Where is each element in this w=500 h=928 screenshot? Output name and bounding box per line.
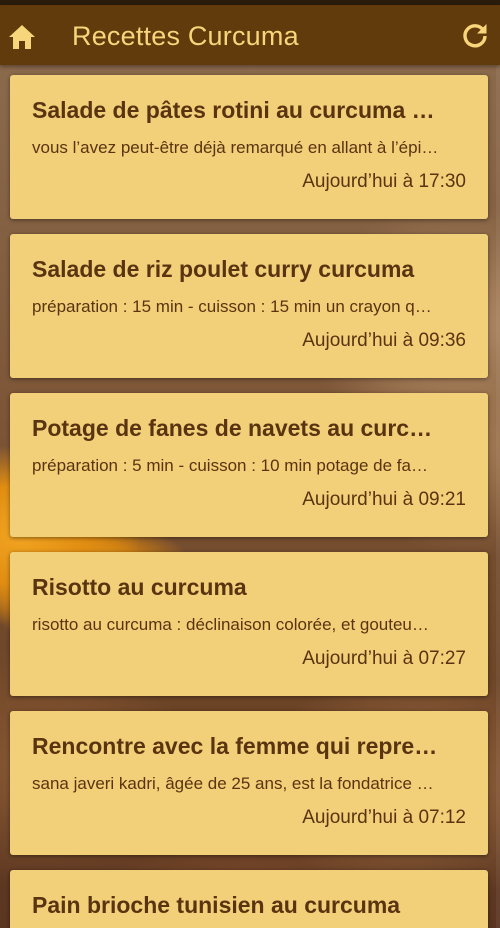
app-bar: Recettes Curcuma — [0, 5, 500, 65]
article-excerpt: vous l’avez peut-être déjà remarqué en a… — [32, 138, 439, 157]
article-timestamp: Aujourd’hui à 09:21 — [302, 489, 466, 510]
app-title: Recettes Curcuma — [72, 21, 299, 51]
article-timestamp: Aujourd’hui à 07:27 — [302, 648, 466, 669]
article-card[interactable]: Pain brioche tunisien au curcuma — [10, 870, 488, 928]
article-title: Risotto au curcuma — [32, 574, 247, 600]
article-excerpt: sana javeri kadri, âgée de 25 ans, est l… — [32, 774, 434, 793]
scrollbar-track — [496, 66, 500, 928]
article-excerpt: préparation : 15 min - cuisson : 15 min … — [32, 297, 432, 316]
article-timestamp: Aujourd’hui à 07:12 — [302, 807, 466, 828]
article-card[interactable]: Salade de riz poulet curry curcuma prépa… — [10, 234, 488, 378]
article-timestamp: Aujourd’hui à 09:36 — [302, 330, 466, 351]
home-icon — [9, 25, 35, 49]
article-card[interactable]: Potage de fanes de navets au curc… prépa… — [10, 393, 488, 537]
refresh-icon — [463, 24, 487, 48]
article-title: Rencontre avec la femme qui repre… — [32, 733, 438, 759]
article-card[interactable]: Salade de pâtes rotini au curcuma … vous… — [10, 75, 488, 219]
article-card[interactable]: Rencontre avec la femme qui repre… sana … — [10, 711, 488, 855]
refresh-button[interactable] — [460, 21, 490, 51]
article-title: Salade de riz poulet curry curcuma — [32, 256, 415, 282]
article-title: Pain brioche tunisien au curcuma — [32, 892, 401, 918]
article-title: Potage de fanes de navets au curc… — [32, 415, 433, 441]
article-excerpt: préparation : 5 min - cuisson : 10 min p… — [32, 456, 428, 475]
article-excerpt: risotto au curcuma : déclinaison colorée… — [32, 615, 429, 634]
home-button[interactable] — [7, 22, 37, 52]
article-title: Salade de pâtes rotini au curcuma … — [32, 97, 435, 123]
article-card[interactable]: Risotto au curcuma risotto au curcuma : … — [10, 552, 488, 696]
article-timestamp: Aujourd’hui à 17:30 — [302, 171, 466, 192]
